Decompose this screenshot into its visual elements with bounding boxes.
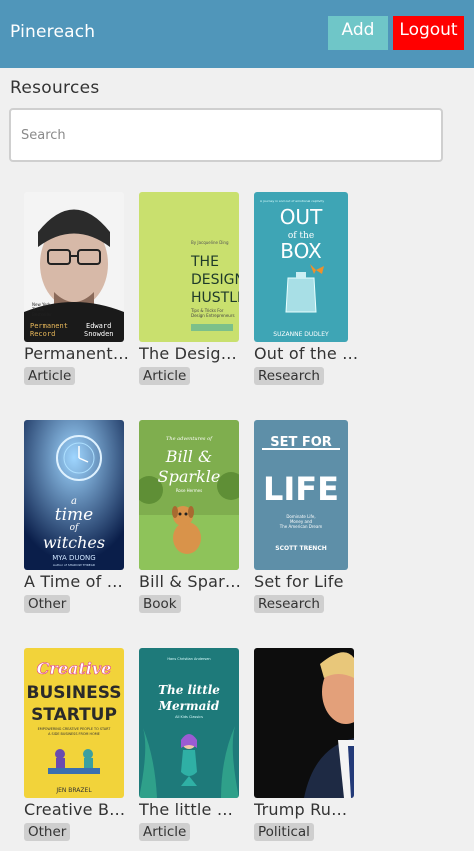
cover-text: BOX <box>280 239 322 263</box>
cover-text: THE <box>190 254 219 270</box>
cover-text: Design Entrepreneurs <box>191 313 235 318</box>
cover-text: A SIDE BUSINESS FROM HOME <box>48 732 100 736</box>
cover-text: A journey in and out of emotional captiv… <box>260 199 324 203</box>
cover-text: Hans Christian Andersen <box>167 657 210 661</box>
section-title: Resources <box>10 78 100 98</box>
resource-card-little-mermaid[interactable]: Hans Christian Andersen The little Merma… <box>139 648 249 841</box>
book-cover[interactable]: Hans Christian Andersen The little Merma… <box>139 648 239 798</box>
resource-tag: Other <box>24 595 71 613</box>
resource-tag: Article <box>139 367 191 385</box>
resource-card-permanent-record[interactable]: New York Times Bestseller Permanent Reco… <box>24 192 134 385</box>
resource-card-bill-and-sparkle[interactable]: The adventures of Bill & Sparkle Rose He… <box>139 420 249 613</box>
resource-card-set-for-life[interactable]: SET FOR LIFE Dominate Life, Money and Th… <box>254 420 364 613</box>
cover-text: HUSTLE <box>191 290 239 306</box>
resource-tag: Book <box>139 595 181 613</box>
cover-text: Author of SHADOW THREAD <box>53 563 96 567</box>
cover-text: MYA DUONG <box>52 554 95 562</box>
book-cover[interactable]: By Jacqueline Ding THE DESIGN HUSTLE Tip… <box>139 192 239 342</box>
cover-text: LIFE <box>263 470 339 508</box>
resource-card-design-hustle[interactable]: By Jacqueline Ding THE DESIGN HUSTLE Tip… <box>139 192 249 385</box>
cover-text: OUT <box>280 205 323 229</box>
resource-tag: Research <box>254 367 324 385</box>
cover-text: DESIGN <box>191 272 239 288</box>
resource-tag: Article <box>24 367 76 385</box>
resource-card-out-of-the-box[interactable]: A journey in and out of emotional captiv… <box>254 192 364 385</box>
resource-title[interactable]: Permanent Record <box>24 344 129 363</box>
resource-title[interactable]: Creative Business Startup <box>24 800 129 819</box>
resource-tag: Article <box>139 823 191 841</box>
resource-title[interactable]: Bill & Sparkle <box>139 572 244 591</box>
resource-card-creative-business-startup[interactable]: Creative BUSINESS STARTUP EMPOWERING CRE… <box>24 648 134 841</box>
logout-button[interactable]: Logout <box>393 16 464 50</box>
cover-text: By Jacqueline Ding <box>191 240 229 245</box>
cover-text: Bill & <box>165 447 212 466</box>
cover-text: The American Dream <box>279 524 323 529</box>
cover-text: Mermaid <box>158 699 220 713</box>
resource-tag: Research <box>254 595 324 613</box>
book-cover[interactable]: a time of witches MYA DUONG Author of SH… <box>24 420 124 570</box>
cover-text: STARTUP <box>31 705 117 725</box>
resource-title[interactable]: Trump Rumors <box>254 800 359 819</box>
resource-tag: Political <box>254 823 314 841</box>
cover-text: EMPOWERING CREATIVE PEOPLE TO START <box>38 727 112 731</box>
resource-title[interactable]: The Design Hustle <box>139 344 244 363</box>
cover-text: Snowden <box>84 330 114 338</box>
resource-card-time-of-witches[interactable]: a time of witches MYA DUONG Author of SH… <box>24 420 134 613</box>
book-cover[interactable] <box>254 648 354 798</box>
app-header: Pinereach Add Logout <box>0 0 474 68</box>
cover-text: Edward <box>86 322 111 330</box>
cover-text: time <box>55 505 93 525</box>
cover-text: The adventures of <box>166 436 213 442</box>
cover-text: SUZANNE DUDLEY <box>273 331 329 338</box>
cover-text: JEN BRAZEL <box>55 787 92 794</box>
cover-text: Creative <box>37 659 112 678</box>
resource-title[interactable]: The little Mermaid <box>139 800 244 819</box>
cover-text: Rose Hermes <box>176 488 202 493</box>
cover-text: Record <box>30 330 55 338</box>
cover-text: All Kids Classics <box>175 715 203 719</box>
book-cover[interactable]: Creative BUSINESS STARTUP EMPOWERING CRE… <box>24 648 124 798</box>
cover-text: Bestseller <box>32 312 52 317</box>
cover-text: BUSINESS <box>27 683 122 703</box>
resource-tag: Other <box>24 823 71 841</box>
resource-title[interactable]: Set for Life <box>254 572 359 591</box>
cover-text: SET FOR <box>270 435 332 450</box>
cover-text: witches <box>43 533 105 552</box>
cover-text: Sparkle <box>158 467 221 486</box>
add-button[interactable]: Add <box>328 16 388 50</box>
resource-title[interactable]: A Time of Witches <box>24 572 129 591</box>
book-cover[interactable]: The adventures of Bill & Sparkle Rose He… <box>139 420 239 570</box>
brand-name[interactable]: Pinereach <box>10 22 95 42</box>
book-cover[interactable]: SET FOR LIFE Dominate Life, Money and Th… <box>254 420 348 570</box>
book-cover[interactable]: New York Times Bestseller Permanent Reco… <box>24 192 124 342</box>
resource-title[interactable]: Out of the Box <box>254 344 359 363</box>
resource-card-trump-rumors[interactable]: Trump Rumors Political <box>254 648 364 841</box>
search-input[interactable] <box>9 108 443 162</box>
book-cover[interactable]: A journey in and out of emotional captiv… <box>254 192 348 342</box>
cover-text: SCOTT TRENCH <box>275 545 327 552</box>
cover-text: The little <box>158 683 220 697</box>
cover-text: Permanent <box>30 322 68 330</box>
